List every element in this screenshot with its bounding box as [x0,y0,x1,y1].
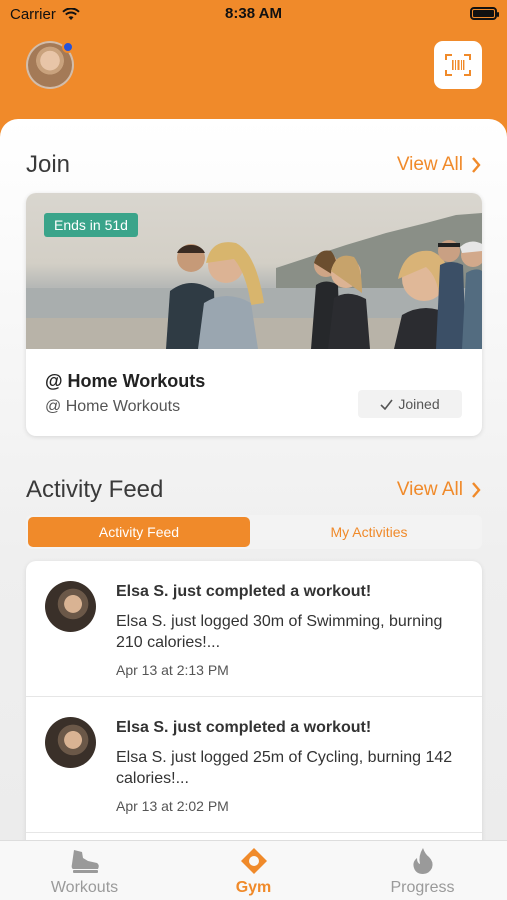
activity-title: Activity Feed [26,476,164,503]
joined-button[interactable]: Joined [358,390,462,418]
challenge-card[interactable]: Ends in 51d @ Home Workouts @ Home Worko… [26,193,482,436]
status-time: 8:38 AM [225,5,282,22]
chevron-right-icon [472,157,481,173]
list-item[interactable]: Elsa S. just completed a workout! Elsa S… [26,697,482,833]
tab-workouts-label: Workouts [50,879,119,896]
challenge-name: @ Home Workouts [45,371,206,391]
battery-icon [470,7,499,20]
activity-view-all-link[interactable]: View All [397,479,481,501]
activity-section-header: Activity Feed View All [26,476,481,504]
feed-item-text: Elsa S. just logged 30m of Swimming, bur… [116,613,443,651]
activity-feed-list: Elsa S. just completed a workout! Elsa S… [26,561,482,844]
barcode-scan-icon [445,54,471,76]
notification-dot [62,41,74,53]
ends-in-badge: Ends in 51d [44,213,138,237]
join-title: Join [26,151,71,178]
profile-avatar-button[interactable] [26,41,74,89]
join-view-all-link[interactable]: View All [397,154,481,176]
challenge-subtitle: @ Home Workouts [45,398,181,415]
challenge-image: Ends in 51d [26,193,482,349]
content-sheet: Join View All Ends in 51d @ Home Workout… [0,119,507,844]
checkmark-icon [380,399,393,410]
scan-button[interactable] [434,41,482,89]
tab-gym[interactable]: Gym [169,847,338,897]
join-view-all-label: View All [396,154,463,175]
bottom-tab-bar: Workouts Gym Progress [0,840,507,900]
avatar [45,581,96,632]
feed-item-text: Elsa S. just logged 25m of Cycling, burn… [116,749,453,787]
feed-item-time: Apr 13 at 2:13 PM [116,662,229,678]
avatar [45,717,96,768]
tab-progress-label: Progress [390,879,455,896]
tab-gym-label: Gym [235,879,272,896]
joined-label: Joined [398,396,440,412]
join-section-header: Join View All [26,151,481,179]
list-item[interactable]: Elsa S. just completed a workout! Elsa S… [26,561,482,697]
feed-item-time: Apr 13 at 2:02 PM [116,798,229,814]
activity-view-all-label: View All [396,479,463,500]
tab-activity-feed[interactable]: Activity Feed [28,517,250,547]
location-pin-icon [240,848,267,874]
tab-progress[interactable]: Progress [338,847,507,897]
activity-segmented-control: Activity Feed My Activities [26,515,482,549]
status-bar: Carrier 8:38 AM [0,0,507,30]
tab-workouts[interactable]: Workouts [0,847,169,897]
feed-item-title: Elsa S. just completed a workout! [116,583,372,600]
sneaker-icon [71,850,99,873]
flame-icon [412,848,433,874]
chevron-right-icon [472,482,481,498]
feed-item-title: Elsa S. just completed a workout! [116,719,372,736]
tab-my-activities[interactable]: My Activities [258,517,480,547]
